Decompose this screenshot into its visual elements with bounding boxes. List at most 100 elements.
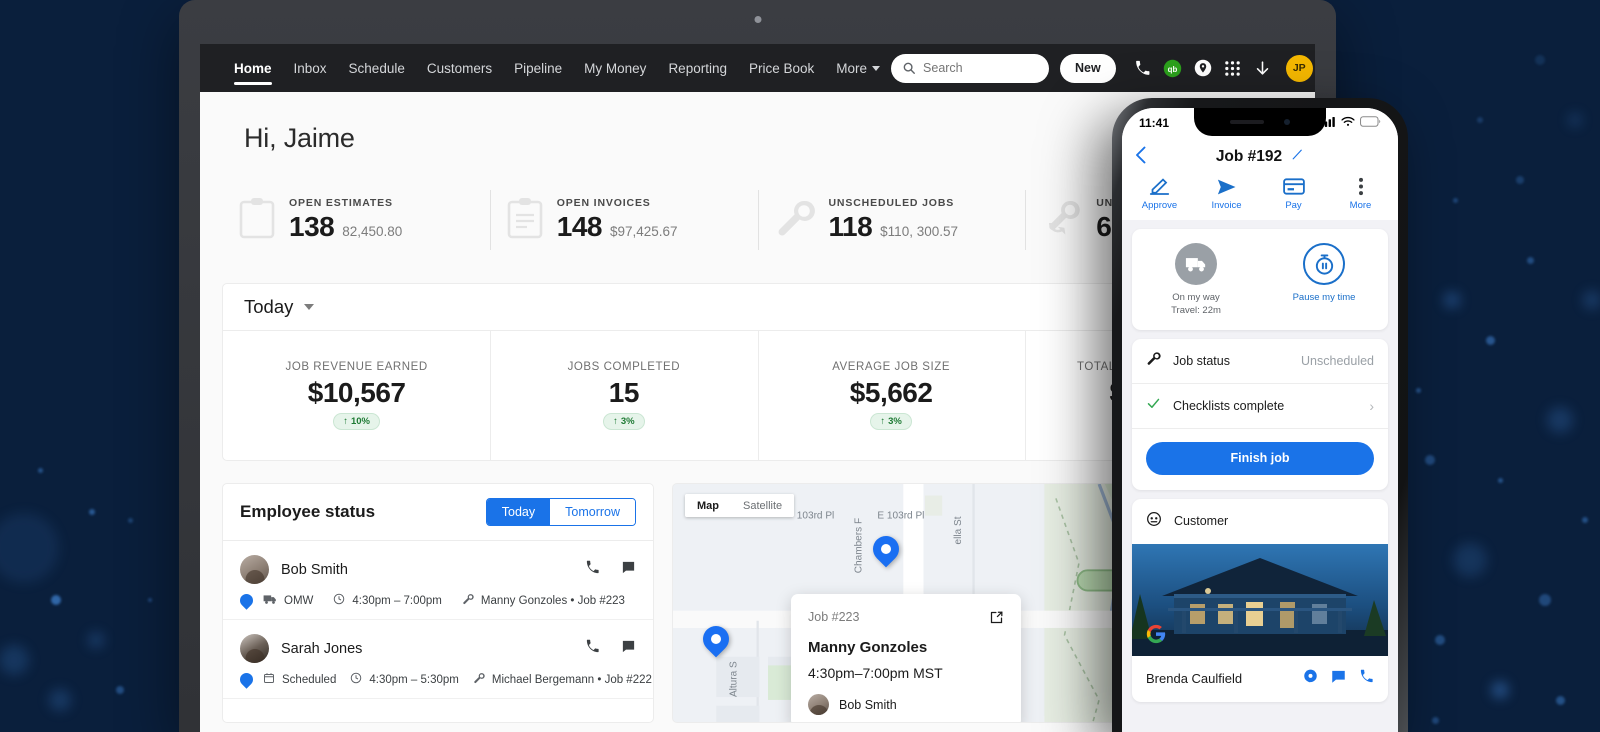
wrench-icon <box>774 197 816 244</box>
stopwatch-pause-icon <box>1303 243 1345 285</box>
map-tab-satellite[interactable]: Satellite <box>731 494 795 517</box>
status-action-pause-my-time[interactable]: Pause my time <box>1260 243 1388 318</box>
finish-job-button[interactable]: Finish job <box>1146 441 1374 475</box>
chevron-down-icon[interactable] <box>304 304 315 310</box>
top-navigation-bar: Home Inbox Schedule Customers Pipeline M… <box>200 44 1315 92</box>
background-bokeh-dot <box>49 689 71 711</box>
employee-status-text: OMW <box>284 594 314 607</box>
toggle-tomorrow[interactable]: Tomorrow <box>550 499 635 525</box>
nav-item-customers[interactable]: Customers <box>416 61 503 76</box>
metric-label: JOBS COMPLETED <box>567 361 681 373</box>
chevron-down-icon <box>872 66 881 72</box>
phone-icon[interactable] <box>1128 53 1158 83</box>
background-bokeh-dot <box>1547 407 1573 433</box>
nav-item-more[interactable]: More <box>825 61 891 76</box>
phone-device-frame: 11:41 Job #192 Approve Invoice Pay More … <box>1112 98 1408 732</box>
download-icon[interactable] <box>1248 53 1278 83</box>
map-tab-map[interactable]: Map <box>685 494 731 517</box>
status-action-title: On my way <box>1172 292 1220 303</box>
message-icon[interactable] <box>1331 669 1346 689</box>
new-button[interactable]: New <box>1060 53 1116 83</box>
search-box[interactable] <box>891 53 1050 83</box>
background-bokeh-dot <box>88 632 104 648</box>
location-icon[interactable] <box>1188 53 1218 83</box>
background-bokeh-dot <box>1415 387 1421 393</box>
background-bokeh-dot <box>1492 682 1508 698</box>
nav-label: Inbox <box>293 60 327 76</box>
action-more[interactable]: More <box>1327 177 1394 211</box>
more-vertical-icon <box>1358 177 1364 196</box>
job-card-employee: Bob Smith <box>839 697 897 712</box>
employee-row[interactable]: Sarah Jones Scheduled 4:30pm – 5:30pm Mi… <box>223 620 653 699</box>
metric-delta: 3% <box>888 416 902 427</box>
send-icon <box>1216 177 1237 196</box>
phone-icon[interactable] <box>585 639 600 659</box>
nav-right-group: New qb JP <box>891 53 1313 83</box>
background-bokeh-dot <box>1526 256 1534 264</box>
background-bokeh-dot <box>1431 716 1439 724</box>
background-bokeh-dot <box>1453 543 1487 577</box>
action-label: More <box>1349 200 1372 211</box>
chevron-left-icon[interactable] <box>1135 146 1146 168</box>
pencil-icon[interactable] <box>1291 148 1304 166</box>
background-bokeh-dot <box>1539 594 1551 606</box>
apps-grid-icon[interactable] <box>1218 53 1248 83</box>
phone-icon[interactable] <box>585 560 600 580</box>
quickbooks-icon[interactable]: qb <box>1158 53 1188 83</box>
metric-label: AVERAGE JOB SIZE <box>832 361 951 373</box>
nav-item-inbox[interactable]: Inbox <box>283 61 338 76</box>
phone-icon[interactable] <box>1359 669 1374 689</box>
job-details-card: Job status Unscheduled Checklists comple… <box>1132 338 1388 490</box>
kpi-open-invoices[interactable]: OPEN INVOICES 148 $97,425.67 <box>489 178 758 262</box>
laptop-webcam <box>754 16 761 23</box>
metric-delta: 3% <box>620 416 635 427</box>
chat-bubble-icon[interactable] <box>1303 669 1318 689</box>
avatar[interactable]: JP <box>1285 54 1313 82</box>
map-job-card[interactable]: Job #223 Manny Gonzoles 4:30pm–7:00pm MS… <box>791 594 1021 722</box>
today-title: Today <box>244 296 294 317</box>
message-icon[interactable] <box>621 560 636 580</box>
row-job-status[interactable]: Job status Unscheduled <box>1132 339 1388 384</box>
employee-name: Sarah Jones <box>281 640 363 657</box>
approve-pencil-icon <box>1149 177 1170 196</box>
wifi-icon <box>1341 114 1355 132</box>
message-icon[interactable] <box>621 639 636 659</box>
action-invoice[interactable]: Invoice <box>1193 177 1260 211</box>
phone-page-title: Job #192 <box>1215 147 1283 165</box>
toggle-today[interactable]: Today <box>486 499 551 525</box>
kpi-unscheduled-jobs[interactable]: UNSCHEDULED JOBS 118 $110, 300.57 <box>757 178 1026 262</box>
employee-time: 4:30pm – 5:30pm <box>369 673 459 686</box>
scene-background: Home Inbox Schedule Customers Pipeline M… <box>0 0 1600 732</box>
nav-label: Schedule <box>348 60 405 76</box>
clock-icon <box>350 672 362 687</box>
job-card-employee-row: Bob Smith <box>808 694 1004 715</box>
phone-action-bar: Approve Invoice Pay More <box>1122 175 1398 220</box>
status-actions-card: On my way Travel: 22m Pause my time <box>1132 229 1388 330</box>
battery-icon <box>1360 114 1381 132</box>
phone-notch <box>1194 108 1326 136</box>
nav-item-pipeline[interactable]: Pipeline <box>503 61 573 76</box>
kpi-open-estimates[interactable]: OPEN ESTIMATES 138 82,450.80 <box>222 178 490 262</box>
employee-row[interactable]: Bob Smith OMW 4:30pm – 7:00pm Manny Gonz… <box>223 541 653 620</box>
status-action-on-my-way[interactable]: On my way Travel: 22m <box>1132 243 1260 318</box>
action-label: Invoice <box>1211 200 1242 211</box>
nav-links: Home Inbox Schedule Customers Pipeline M… <box>223 61 891 85</box>
row-checklists-complete[interactable]: Checklists complete › <box>1132 384 1388 429</box>
employee-job: Michael Bergemann • Job #222 <box>491 673 652 686</box>
search-input[interactable] <box>923 61 1034 75</box>
job-card-id: Job #223 <box>808 610 860 624</box>
nav-item-my-money[interactable]: My Money <box>573 61 657 76</box>
nav-item-reporting[interactable]: Reporting <box>657 61 738 76</box>
nav-label: Reporting <box>668 60 727 76</box>
action-approve[interactable]: Approve <box>1126 177 1193 211</box>
background-bokeh-dot <box>1555 695 1565 705</box>
kpi-label: OPEN ESTIMATES <box>289 197 393 209</box>
action-pay[interactable]: Pay <box>1260 177 1327 211</box>
open-external-icon[interactable] <box>989 610 1004 630</box>
nav-item-home[interactable]: Home <box>223 61 283 85</box>
nav-item-schedule[interactable]: Schedule <box>338 61 416 76</box>
nav-item-price-book[interactable]: Price Book <box>738 61 825 76</box>
svg-text:Altura S: Altura S <box>728 661 739 697</box>
customer-section-header: Customer <box>1132 499 1388 544</box>
kpi-label: OPEN INVOICES <box>556 197 651 209</box>
